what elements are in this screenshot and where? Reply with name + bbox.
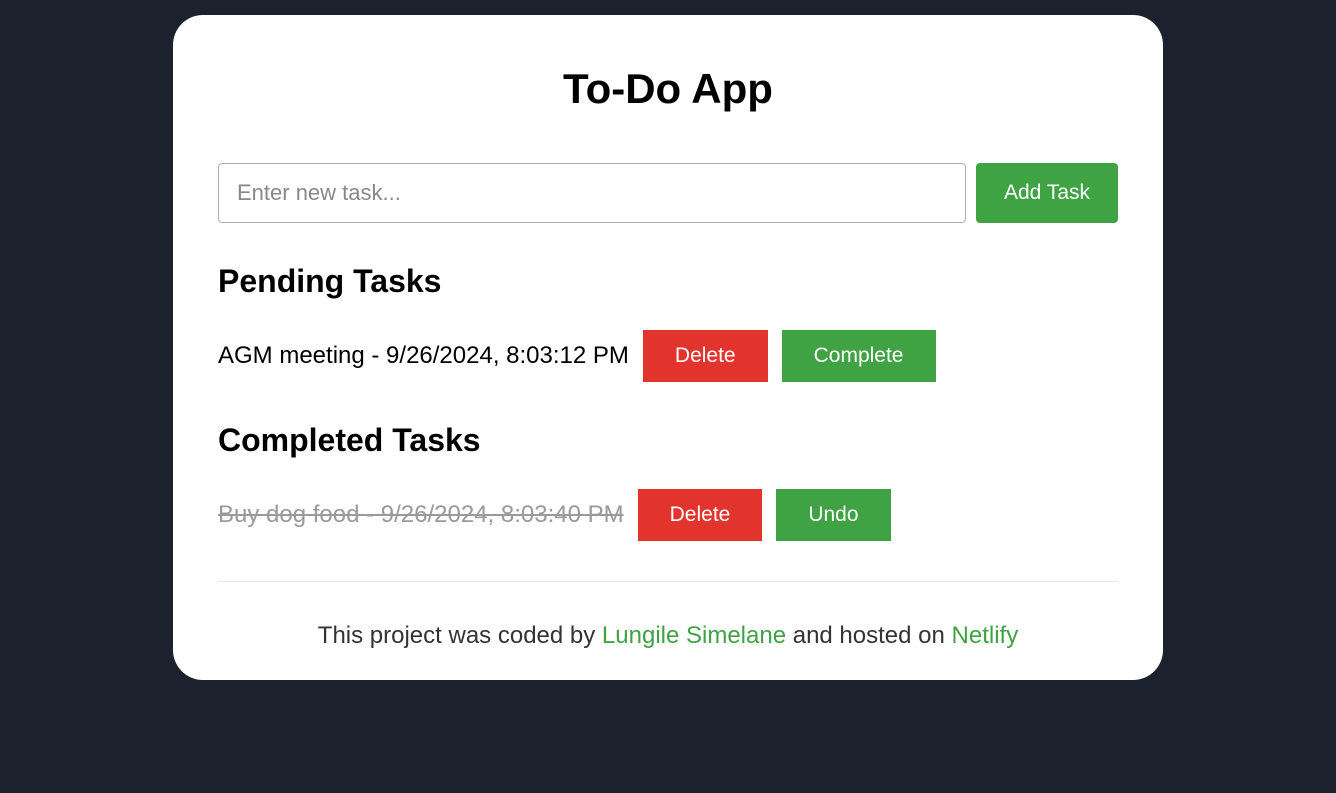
app-title: To-Do App xyxy=(218,65,1118,113)
footer-middle: and hosted on xyxy=(786,622,951,649)
pending-task-row: AGM meeting - 9/26/2024, 8:03:12 PM Dele… xyxy=(218,330,1118,382)
completed-heading: Completed Tasks xyxy=(218,422,1118,459)
completed-task-row: Buy dog food - 9/26/2024, 8:03:40 PM Del… xyxy=(218,489,1118,541)
task-text: AGM meeting - 9/26/2024, 8:03:12 PM xyxy=(218,342,629,370)
delete-button[interactable]: Delete xyxy=(643,330,768,382)
author-link[interactable]: Lungile Simelane xyxy=(602,622,786,649)
add-task-button[interactable]: Add Task xyxy=(976,163,1118,223)
divider xyxy=(218,581,1118,582)
new-task-input[interactable] xyxy=(218,163,966,223)
delete-button[interactable]: Delete xyxy=(638,489,763,541)
task-text: Buy dog food - 9/26/2024, 8:03:40 PM xyxy=(218,501,624,529)
footer-prefix: This project was coded by xyxy=(318,622,602,649)
host-link[interactable]: Netlify xyxy=(952,622,1019,649)
footer: This project was coded by Lungile Simela… xyxy=(218,622,1118,650)
undo-button[interactable]: Undo xyxy=(776,489,890,541)
complete-button[interactable]: Complete xyxy=(782,330,936,382)
app-card: To-Do App Add Task Pending Tasks AGM mee… xyxy=(173,15,1163,680)
input-row: Add Task xyxy=(218,163,1118,223)
pending-heading: Pending Tasks xyxy=(218,263,1118,300)
